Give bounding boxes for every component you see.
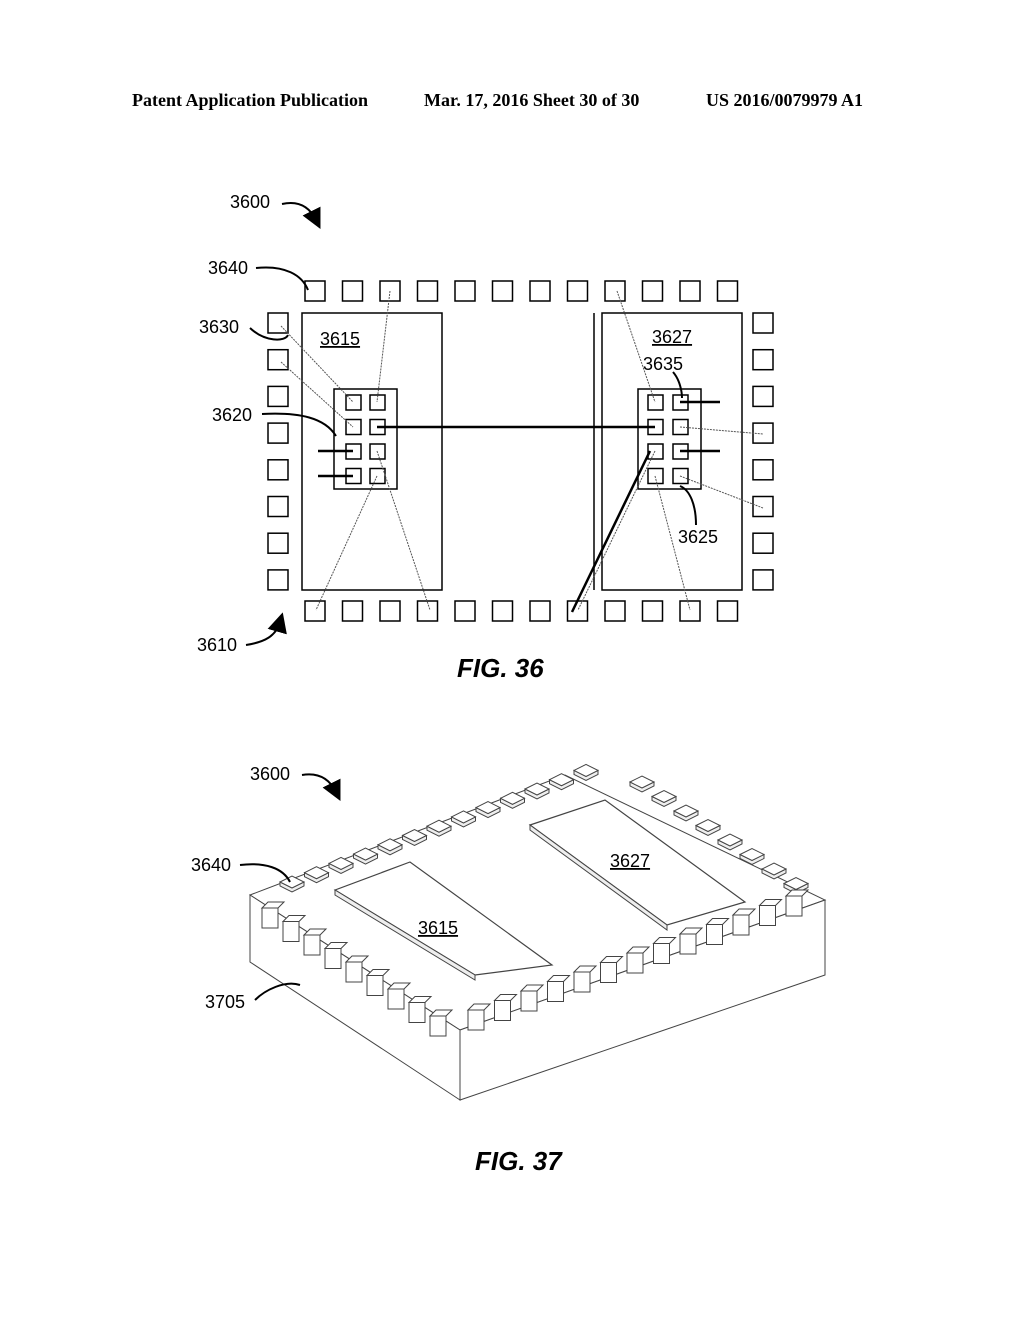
bond-pad <box>752 495 774 518</box>
bond-pad <box>529 600 551 622</box>
label-3620: 3620 <box>212 405 252 425</box>
pad-3d <box>628 775 656 793</box>
pad-3d <box>650 789 678 808</box>
label-3635: 3635 <box>643 354 683 374</box>
right-pad-column <box>752 312 774 591</box>
bond-pad <box>267 385 289 408</box>
pad-3d <box>572 763 600 781</box>
bond-pad <box>679 280 701 302</box>
bond-pad <box>752 569 774 591</box>
leader-3630 <box>249 327 289 341</box>
label-3615-fig37: 3615 <box>418 918 458 938</box>
label-3615: 3615 <box>320 329 360 349</box>
label-3627-fig37: 3627 <box>610 851 650 871</box>
label-3640-fig37: 3640 <box>191 855 231 875</box>
figures-canvas: 3600 3640 3630 3620 3615 3627 3635 3625 … <box>191 192 827 1176</box>
bond-pad <box>267 348 289 371</box>
bond-pad <box>267 532 289 554</box>
pad-3d <box>672 804 700 822</box>
bond-pad <box>267 312 289 334</box>
fig36: 3600 3640 3630 3620 3615 3627 3635 3625 … <box>197 192 774 683</box>
pad-3d <box>694 818 722 837</box>
leader-3610 <box>245 612 287 646</box>
bond-pad <box>752 532 774 554</box>
bottom-pad-row <box>304 600 739 622</box>
bond-pad <box>752 312 774 334</box>
bond-pad <box>416 280 439 302</box>
bond-pad <box>752 385 774 408</box>
label-3627: 3627 <box>652 327 692 347</box>
leader-3620 <box>261 412 337 437</box>
array-pad <box>345 418 362 436</box>
left-pad-column <box>267 312 289 591</box>
bond-pad <box>454 280 476 302</box>
pad-3d <box>716 833 744 851</box>
top-pad-row <box>304 280 739 302</box>
wire-bonds-thick <box>318 400 720 613</box>
bond-pad <box>716 600 739 622</box>
bond-pad <box>566 280 589 302</box>
bond-pad <box>679 600 701 622</box>
bond-pad <box>716 280 739 302</box>
bond-pad <box>379 600 401 622</box>
bond-pad <box>566 600 589 622</box>
label-3610: 3610 <box>197 635 237 655</box>
bond-pad <box>304 600 326 622</box>
label-3625: 3625 <box>678 527 718 547</box>
bond-pad <box>341 280 364 302</box>
leader-3640 <box>255 266 309 291</box>
bond-pad <box>491 600 514 622</box>
bond-pad <box>752 348 774 371</box>
leader-3640-fig37 <box>239 863 291 883</box>
bond-pad <box>604 600 626 622</box>
fig37 <box>239 763 827 1101</box>
leader-3600 <box>281 202 321 229</box>
bond-pad <box>267 422 289 444</box>
bond-pad <box>267 495 289 518</box>
label-3705: 3705 <box>205 992 245 1012</box>
label-3600-fig37: 3600 <box>250 764 290 784</box>
label-3640: 3640 <box>208 258 248 278</box>
bond-pad <box>416 600 439 622</box>
array-pad <box>369 467 386 485</box>
array-pad <box>647 394 664 411</box>
label-3600: 3600 <box>230 192 270 212</box>
bond-pad <box>491 280 514 302</box>
left-array-frame <box>333 388 398 490</box>
label-3630: 3630 <box>199 317 239 337</box>
bond-pad <box>529 280 551 302</box>
bond-pad <box>267 569 289 591</box>
bond-pad <box>752 459 774 481</box>
bond-pad <box>267 459 289 481</box>
bond-pad <box>304 280 326 302</box>
bond-pad <box>641 600 664 622</box>
bond-pad <box>641 280 664 302</box>
fig36-caption: FIG. 36 <box>457 653 544 683</box>
leader-3625 <box>679 485 697 526</box>
leader-3600-fig37 <box>301 773 341 801</box>
bond-pad <box>341 600 364 622</box>
bond-pad <box>454 600 476 622</box>
fig37-caption: FIG. 37 <box>475 1146 563 1176</box>
bond-pad <box>604 280 626 302</box>
leader-3635 <box>672 371 683 399</box>
